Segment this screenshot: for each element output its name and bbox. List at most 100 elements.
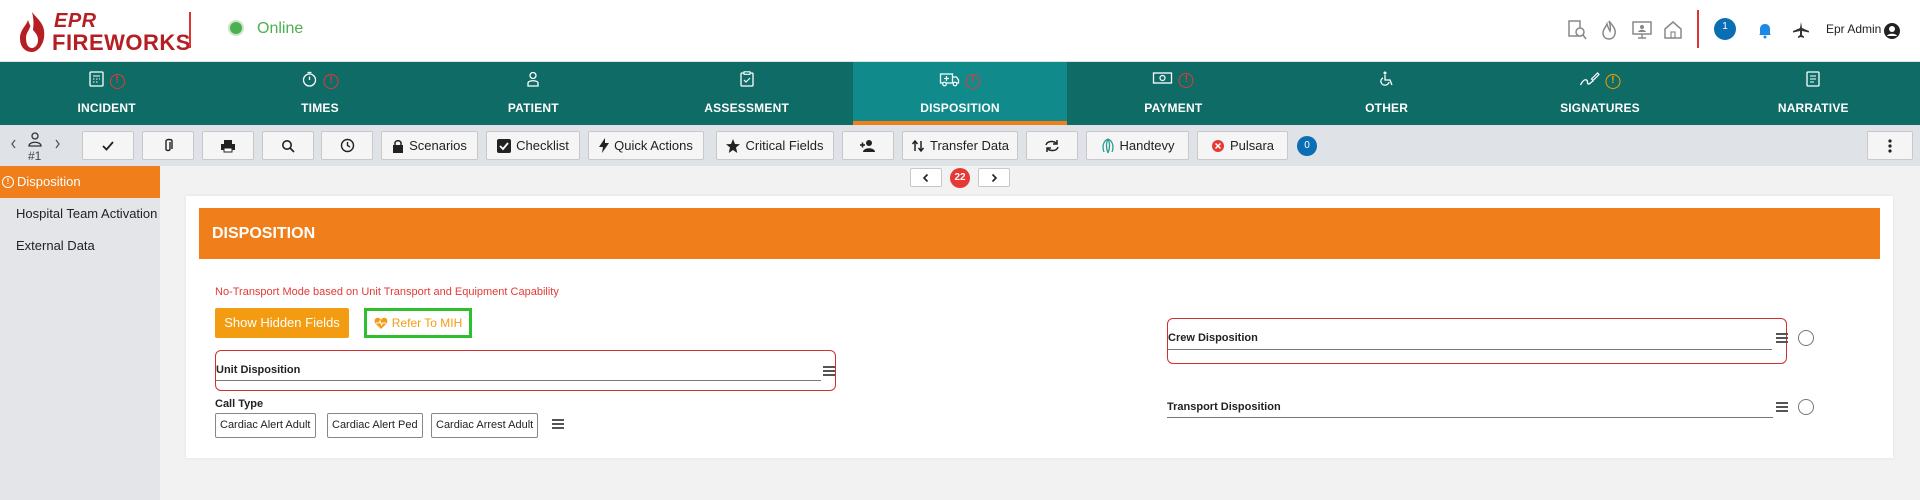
transfer-data-button[interactable]: Transfer Data <box>902 131 1018 160</box>
handtevy-button[interactable]: Handtevy <box>1086 131 1189 160</box>
tab-payment[interactable]: ! PAYMENT <box>1067 62 1280 125</box>
tab-label: SIGNATURES <box>1560 101 1640 115</box>
add-user-icon <box>860 139 875 152</box>
ambulance-icon <box>939 71 960 92</box>
critical-fields-label: Critical Fields <box>745 138 824 153</box>
tab-icon-group: ! <box>1579 71 1621 92</box>
tab-other[interactable]: OTHER <box>1280 62 1493 125</box>
crew-disposition-underline <box>1168 349 1772 350</box>
tab-assessment[interactable]: ASSESSMENT <box>640 62 853 125</box>
airplane-icon[interactable] <box>1789 18 1813 42</box>
critical-fields-button[interactable]: Critical Fields <box>716 131 834 160</box>
top-header: EPR FIREWORKS Online 1 Epr Admin <box>0 0 1920 62</box>
chat-icon[interactable]: 1 <box>1714 18 1736 40</box>
main-nav: ! INCIDENT! TIMES PATIENT ASSESSMENT ! DISPOSI… <box>0 62 1920 125</box>
refer-to-mih-label: Refer To MIH <box>391 316 463 330</box>
tab-label: NARRATIVE <box>1777 101 1849 115</box>
call-type-label: Call Type <box>215 398 264 410</box>
scenarios-button[interactable]: Scenarios <box>381 131 478 160</box>
patient-number: #1 <box>28 149 42 163</box>
list-menu-icon[interactable] <box>823 366 835 376</box>
call-type-option[interactable]: Cardiac Arrest Adult <box>431 413 539 438</box>
check-icon <box>102 140 114 151</box>
star-icon <box>726 138 741 153</box>
list-menu-icon[interactable] <box>552 419 564 429</box>
sidebar-item-hospital-team-activation[interactable]: Hospital Team Activation <box>0 198 160 230</box>
sidebar-item-external-data[interactable]: External Data <box>0 230 160 262</box>
quick-actions-button[interactable]: Quick Actions <box>588 131 704 160</box>
monitor-user-icon[interactable] <box>1630 18 1654 42</box>
tab-label: ASSESSMENT <box>704 101 789 115</box>
tab-disposition[interactable]: ! DISPOSITION <box>853 62 1067 125</box>
sidebar-item-disposition[interactable]: ! Disposition <box>0 166 160 198</box>
crew-disposition-label: Crew Disposition <box>1168 332 1258 344</box>
transport-disposition-radio[interactable] <box>1798 399 1814 415</box>
tab-icon-group <box>1806 71 1820 92</box>
more-options-button[interactable] <box>1867 131 1913 160</box>
signature-icon <box>1579 71 1600 92</box>
tab-narrative[interactable]: NARRATIVE <box>1707 62 1920 125</box>
history-button[interactable] <box>321 131 373 160</box>
lightning-icon <box>599 138 610 153</box>
sync-button[interactable] <box>1026 131 1078 160</box>
pulsara-label: Pulsara <box>1229 138 1275 153</box>
tab-times[interactable]: ! TIMES <box>213 62 426 125</box>
logo-text-bottom: FIREWORKS <box>52 30 191 55</box>
printer-icon <box>221 139 235 152</box>
pulsara-button[interactable]: Pulsara <box>1197 131 1288 160</box>
scenarios-label: Scenarios <box>409 138 467 153</box>
list-menu-icon[interactable] <box>1776 402 1788 412</box>
fire-icon[interactable] <box>1597 18 1621 42</box>
patient-switcher[interactable]: #1 <box>8 131 64 163</box>
add-user-button[interactable] <box>842 131 894 160</box>
checkbox-icon <box>497 138 512 153</box>
crew-disposition-radio[interactable] <box>1798 330 1814 346</box>
crew-disposition-field[interactable] <box>1167 318 1787 364</box>
user-name[interactable]: Epr Admin <box>1826 22 1881 36</box>
heart-pulse-icon <box>374 317 388 329</box>
warning-icon: ! <box>323 74 339 89</box>
chevron-right-icon <box>991 173 998 182</box>
divider <box>189 12 191 48</box>
paperclip-icon <box>165 138 173 151</box>
save-check-button[interactable] <box>82 131 134 160</box>
previous-page-button[interactable] <box>910 168 942 187</box>
warning-icon: ! <box>109 74 125 89</box>
lock-icon <box>393 139 404 153</box>
checklist-button[interactable]: Checklist <box>486 131 580 160</box>
chevron-left-icon <box>922 173 929 182</box>
tab-label: OTHER <box>1365 101 1409 115</box>
pulsara-count-badge[interactable]: 0 <box>1297 136 1317 156</box>
tab-patient[interactable]: PATIENT <box>427 62 640 125</box>
bell-icon[interactable] <box>1753 18 1777 42</box>
next-page-button[interactable] <box>978 168 1010 187</box>
document-search-icon[interactable] <box>1565 18 1589 42</box>
page-count-badge: 22 <box>950 168 970 188</box>
tab-label: TIMES <box>301 101 339 115</box>
call-type-option[interactable]: Cardiac Alert Adult <box>215 413 316 438</box>
home-icon[interactable] <box>1661 18 1685 42</box>
person-icon <box>526 71 540 92</box>
call-type-option[interactable]: Cardiac Alert Ped <box>327 413 423 438</box>
transfer-data-label: Transfer Data <box>930 138 1009 153</box>
attachment-button[interactable] <box>142 131 194 160</box>
show-hidden-fields-button[interactable]: Show Hidden Fields <box>215 308 349 338</box>
checklist-label: Checklist <box>516 138 569 153</box>
warning-icon: ! <box>2 176 14 188</box>
warning-icon: ! <box>1605 74 1621 89</box>
print-button[interactable] <box>202 131 254 160</box>
search-button[interactable] <box>262 131 314 160</box>
stopwatch-icon <box>301 71 317 92</box>
unit-disposition-field[interactable] <box>215 350 836 391</box>
section-sidebar: ! Disposition Hospital Team Activation E… <box>0 166 160 500</box>
user-avatar-icon[interactable] <box>1880 19 1904 43</box>
money-icon <box>1153 71 1173 90</box>
no-transport-warning: No-Transport Mode based on Unit Transpor… <box>215 286 559 298</box>
tab-signatures[interactable]: ! SIGNATURES <box>1493 62 1706 125</box>
refer-to-mih-button[interactable]: Refer To MIH <box>364 308 472 338</box>
tab-incident[interactable]: ! INCIDENT <box>0 62 213 125</box>
tab-icon-group: ! <box>89 71 125 92</box>
app-logo[interactable]: EPR FIREWORKS <box>16 8 190 55</box>
unit-disposition-label: Unit Disposition <box>216 364 301 376</box>
list-menu-icon[interactable] <box>1776 333 1788 343</box>
